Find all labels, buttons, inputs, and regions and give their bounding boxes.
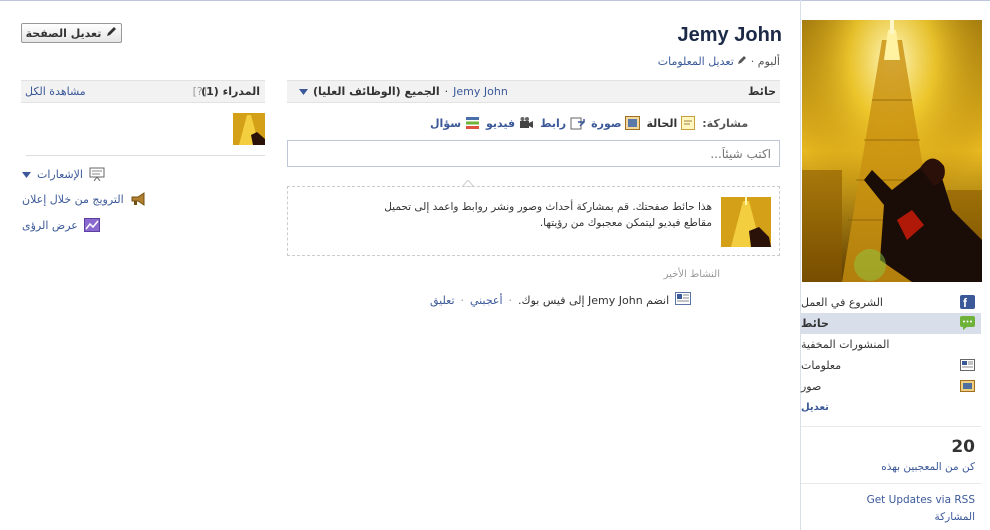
rss-link[interactable]: Get Updates via RSS [867,494,975,506]
sidebar-item-wall[interactable]: حائط [801,313,981,334]
dot-separator: · [444,85,449,98]
share-option-label: صورة [591,116,622,130]
sidebar-edit-link[interactable]: تعديل [801,402,829,413]
left-divider [26,155,265,156]
album-label: ألبوم [757,55,780,68]
insights-label: عرض الرؤى [22,218,78,232]
edit-page-label: تعديل الصفحة [25,26,102,40]
sidebar-nav: الشروع في العمل f حائط المنشورات المخفية… [801,292,990,524]
notifications-label: الإشعارات [37,167,83,181]
become-fan-link[interactable]: كن من المعجبين بهذه [881,461,975,473]
admins-title: المدراء (1) [201,85,260,98]
share-label: مشاركة: [702,116,749,130]
page-subline: ألبوم · تعديل المعلومات [560,55,780,68]
post-composer [287,140,780,167]
wall-header: حائط الجميع (الوظائف العليا) · Jemy John [287,80,780,103]
pencil-icon [734,55,748,68]
sidebar-item-photos[interactable]: صور [801,376,981,397]
link-icon [570,116,585,130]
sidebar-item-label: المنشورات المخفية [801,338,890,351]
sidebar-item-label: الشروع في العمل [801,296,883,309]
see-all-link[interactable]: مشاهدة الكل [25,85,86,98]
chevron-down-icon [299,85,308,98]
likes-count: 20 [951,437,975,457]
share-option-label: رابط [540,116,567,130]
notifications-item[interactable]: الإشعارات [22,167,262,182]
share-option-label: الحالة [646,116,678,130]
admins-header: المدراء (1) [?] مشاهدة الكل [21,80,265,103]
share-option-label: فيديو [486,116,516,130]
promote-ad-label: الترويج من خلال إعلان [22,192,124,206]
sidebar-item-get-started[interactable]: الشروع في العمل f [801,292,981,313]
admins-help-link[interactable]: [?] [193,85,207,98]
admin-avatar[interactable] [233,113,265,145]
rss-block: Get Updates via RSS المشاركة [801,484,981,524]
profile-picture[interactable] [802,20,982,282]
question-icon [465,116,480,130]
sidebar-item-label: معلومات [801,359,842,372]
share-question-option[interactable]: سؤال [430,116,480,130]
status-icon [681,116,696,130]
chevron-down-icon [22,168,31,181]
sidebar-item-hidden-posts[interactable]: المنشورات المخفية [801,334,981,355]
sidebar-item-label: صور [801,380,822,393]
like-link[interactable]: أعجبني [470,294,503,307]
dot-separator: · [460,293,465,307]
share-video-option[interactable]: فيديو [486,116,534,130]
photos-icon [960,379,975,393]
wall-icon [960,316,975,330]
notice-thumbnail [721,197,771,247]
insights-item[interactable]: عرض الرؤى [22,218,262,232]
photo-icon [625,116,641,130]
recent-activity-title: النشاط الأخير [663,269,720,280]
insights-icon [83,218,100,232]
share-link-option[interactable]: رابط [540,116,585,130]
facebook-icon: f [960,295,975,310]
dot-separator: · [508,293,513,307]
activity-text: انضم Jemy John إلى فيس بوك. [518,293,670,307]
share-status-option[interactable]: الحالة [646,116,696,130]
share-option-label: سؤال [430,116,462,130]
info-icon [960,358,975,372]
page-title: Jemy John [677,24,782,46]
wall-title: حائط [748,85,776,98]
wall-filter-name: Jemy John [453,85,508,98]
profile-icon [675,292,692,308]
wall-notice-box: هذا حائط صفحتك. قم بمشاركة أحداث وصور ون… [287,186,780,256]
promote-ad-item[interactable]: الترويج من خلال إعلان [22,192,262,206]
dot-separator: · [750,55,755,68]
wall-filter-dropdown[interactable]: الجميع (الوظائف العليا) · Jemy John [299,85,508,98]
share-photo-option[interactable]: صورة [591,116,641,130]
comment-link[interactable]: تعليق [430,294,455,307]
share-options-row: مشاركة: الحالة صورة رابط فيديو سؤال [430,114,780,132]
pencil-icon [106,26,117,40]
edit-info-link[interactable]: تعديل المعلومات [658,55,734,68]
activity-item: انضم Jemy John إلى فيس بوك. · أعجبني · ت… [430,292,720,308]
share-link[interactable]: المشاركة [935,511,975,523]
wall-filter-label: الجميع (الوظائف العليا) [313,85,440,98]
likes-block: 20 كن من المعجبين بهذه [801,427,981,473]
edit-page-button[interactable]: تعديل الصفحة [21,23,122,43]
megaphone-icon [130,192,146,206]
notice-text: هذا حائط صفحتك. قم بمشاركة أحداث وصور ون… [384,201,712,229]
notifications-icon [89,167,105,182]
video-icon [519,116,534,130]
post-input[interactable] [288,141,779,166]
sidebar-item-info[interactable]: معلومات [801,355,981,376]
right-sidebar: الشروع في العمل f حائط المنشورات المخفية… [800,0,990,530]
sidebar-edit-row: تعديل [801,397,981,418]
sidebar-item-label: حائط [801,317,829,330]
